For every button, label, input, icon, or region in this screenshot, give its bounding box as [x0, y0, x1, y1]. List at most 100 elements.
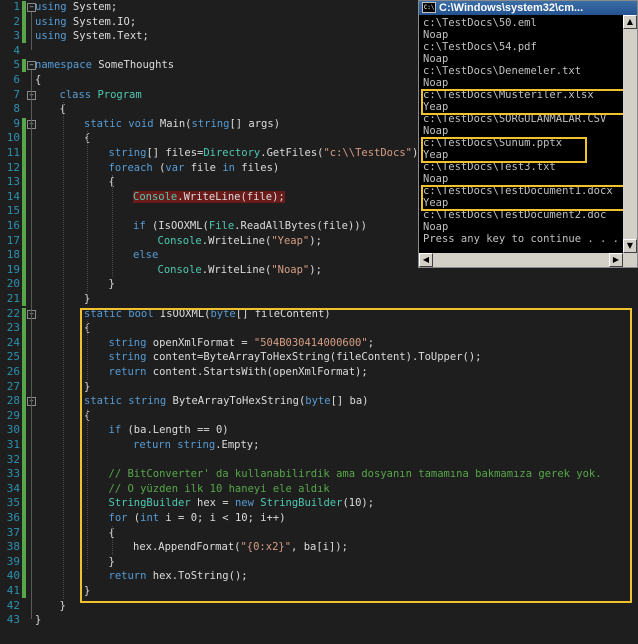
- line-number: 14: [6, 189, 20, 203]
- console-vertical-scrollbar[interactable]: ▲ ▼: [623, 15, 637, 253]
- line-number: 35: [6, 496, 20, 510]
- code-token: namespace: [35, 59, 92, 72]
- code-token: Main(: [153, 117, 192, 130]
- line-number: 42: [6, 598, 20, 612]
- console-line: Press any key to continue . . .: [423, 233, 619, 245]
- line-number: 43: [6, 613, 20, 627]
- line-number: 37: [6, 525, 20, 539]
- code-token: Console: [133, 190, 178, 203]
- scroll-right-arrow-icon[interactable]: ▶: [609, 253, 623, 267]
- code-token: if: [133, 220, 146, 232]
- code-token: Directory: [203, 147, 261, 159]
- line-number: 39: [6, 554, 20, 568]
- code-token: foreach: [108, 161, 153, 174]
- code-token: using: [35, 15, 67, 28]
- line-number: 19: [6, 262, 20, 276]
- code-line[interactable]: namespace SomeThoughts: [35, 58, 174, 73]
- code-line[interactable]: }: [84, 292, 90, 307]
- code-line[interactable]: Console.WriteLine(file);: [133, 190, 285, 205]
- code-line[interactable]: class Program: [60, 88, 142, 103]
- code-token: .GetFiles(: [260, 147, 324, 159]
- console-horizontal-scrollbar[interactable]: ◀ ▶: [419, 253, 623, 267]
- indent-guide: [87, 408, 88, 570]
- code-line[interactable]: using System;: [35, 0, 117, 15]
- code-token: );: [309, 234, 322, 247]
- line-number: 3: [13, 29, 20, 43]
- console-app-icon: C:\: [422, 2, 436, 13]
- console-titlebar[interactable]: C:\ C:\Windows\system32\cm...: [419, 1, 637, 15]
- line-number: 40: [6, 569, 20, 583]
- code-line[interactable]: {: [35, 73, 41, 88]
- code-line[interactable]: static void Main(string[] args): [84, 117, 280, 132]
- code-token: (: [152, 161, 166, 174]
- indent-guide: [111, 525, 113, 555]
- code-line[interactable]: }: [109, 277, 115, 292]
- scroll-down-arrow-icon[interactable]: ▼: [623, 239, 637, 253]
- line-number: 5: [13, 58, 20, 72]
- code-token: System.Text;: [66, 30, 149, 43]
- code-token: class: [59, 88, 92, 101]
- code-token: files): [234, 161, 280, 174]
- line-number: 31: [6, 438, 20, 451]
- code-line[interactable]: else: [133, 248, 158, 263]
- scroll-left-arrow-icon[interactable]: ◀: [419, 253, 433, 267]
- console-line: c:\TestDocs\54.pdf: [423, 41, 537, 53]
- line-number: 22: [6, 306, 20, 320]
- line-number: 38: [6, 540, 20, 554]
- change-indicator: [22, 1, 26, 43]
- line-number: 24: [6, 335, 20, 349]
- console-line: Noap: [423, 221, 449, 233]
- code-token: .WriteLine(file);: [177, 190, 285, 203]
- code-line[interactable]: Console.WriteLine("Yeap");: [158, 234, 322, 249]
- line-number: 30: [6, 423, 20, 437]
- code-token: {: [35, 74, 42, 86]
- code-token: );: [309, 263, 322, 276]
- line-number: 34: [6, 481, 20, 495]
- code-line[interactable]: using System.Text;: [35, 29, 149, 44]
- collapse-icon[interactable]: −: [27, 3, 36, 12]
- collapse-icon[interactable]: −: [27, 61, 36, 71]
- change-indicator: [22, 307, 26, 598]
- indent-guide: [87, 321, 88, 380]
- code-line[interactable]: using System.IO;: [35, 15, 136, 30]
- console-line: Noap: [423, 125, 449, 137]
- code-line[interactable]: Console.WriteLine("Noap");: [158, 263, 322, 278]
- line-number: 27: [6, 379, 20, 393]
- line-number: 28: [6, 394, 20, 408]
- console-window[interactable]: C:\ C:\Windows\system32\cm... c:\TestDocs…: [418, 0, 638, 268]
- highlight-box-methods: [80, 308, 632, 603]
- console-line: Noap: [423, 173, 449, 185]
- scroll-up-arrow-icon[interactable]: ▲: [623, 15, 637, 29]
- code-token: Console: [157, 263, 202, 276]
- code-token: string: [191, 117, 230, 130]
- code-line[interactable]: if (IsOOXML(File.ReadAllBytes(file))): [133, 219, 367, 234]
- change-indicator: [22, 59, 26, 72]
- line-number: 20: [6, 277, 20, 291]
- code-token: Console: [157, 234, 202, 247]
- code-line[interactable]: }: [60, 599, 66, 614]
- indent-guide: [62, 102, 64, 599]
- code-token: "c:\\TestDocs": [323, 147, 412, 159]
- code-token: .WriteLine(: [201, 263, 272, 276]
- highlight-box-docx: [421, 185, 636, 211]
- line-number: 4: [13, 43, 20, 57]
- code-line[interactable]: }: [35, 613, 41, 628]
- code-token: else: [133, 249, 159, 262]
- code-token: [] args): [229, 117, 281, 130]
- console-line: c:\TestDocs\50.eml: [423, 17, 537, 29]
- line-number: 36: [6, 511, 20, 524]
- code-token: File: [208, 220, 235, 232]
- line-number: 23: [6, 321, 20, 335]
- code-line[interactable]: foreach (var file in files): [109, 161, 280, 176]
- code-line[interactable]: string[] files=Directory.GetFiles("c:\\T…: [109, 146, 425, 161]
- code-token: Program: [97, 88, 142, 101]
- line-number: 26: [6, 365, 20, 378]
- line-number: 16: [6, 219, 20, 232]
- code-token: .ReadAllBytes(file))): [234, 220, 367, 232]
- line-number: 15: [6, 204, 20, 218]
- console-line: Noap: [423, 77, 449, 89]
- code-token: using: [35, 30, 67, 43]
- indent-guide: [87, 131, 88, 292]
- console-line: Noap: [423, 53, 449, 65]
- console-line: c:\TestDocs\Denemeler.txt: [423, 65, 582, 77]
